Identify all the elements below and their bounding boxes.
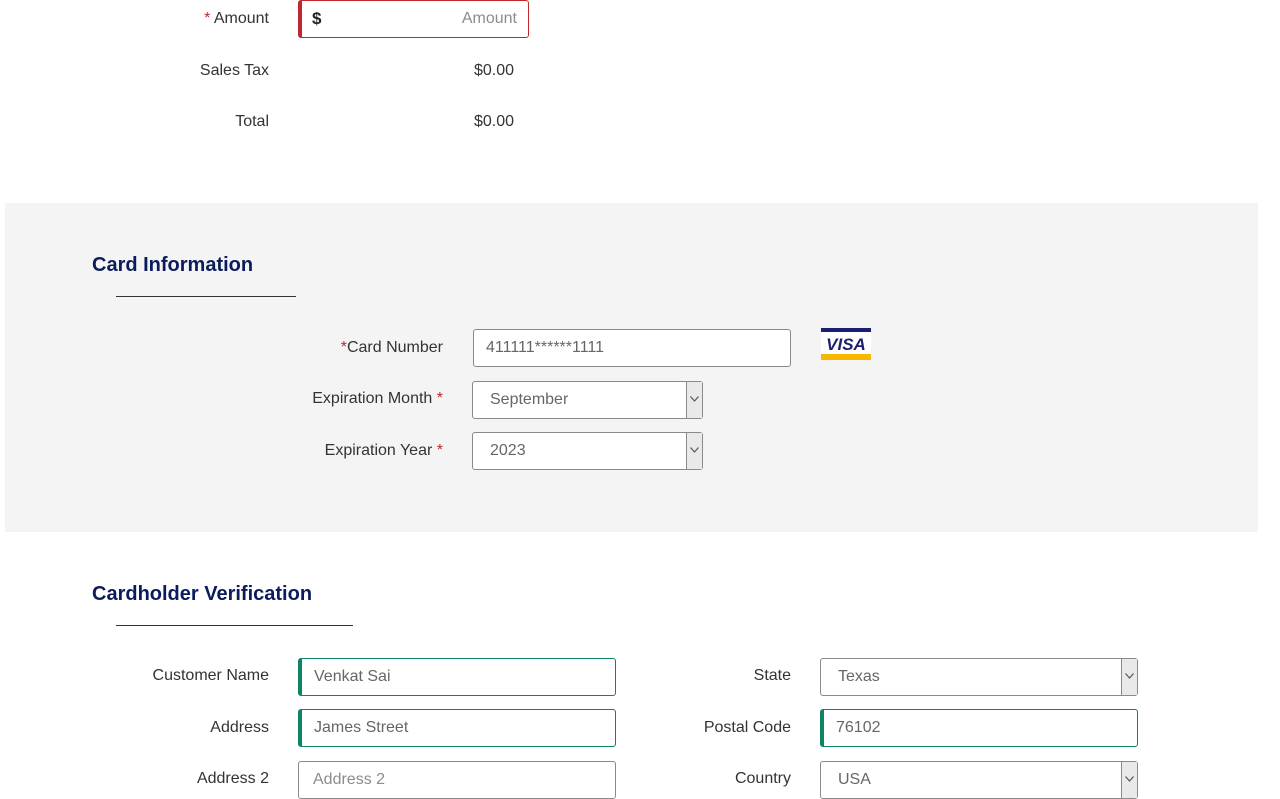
exp-month-label-text: Expiration Month	[312, 390, 433, 407]
dollar-sign: $	[312, 9, 322, 28]
address-label: Address	[210, 719, 269, 736]
amount-input[interactable]: $ Amount	[298, 0, 529, 38]
address-input[interactable]: James Street	[298, 709, 616, 747]
state-select[interactable]: Texas	[820, 658, 1138, 696]
total-value: $0.00	[473, 113, 514, 130]
exp-month-select[interactable]: September	[472, 381, 703, 419]
required-mark: *	[436, 390, 443, 407]
verification-divider	[116, 625, 353, 626]
visa-text: VISA	[826, 335, 866, 354]
customer-name-input[interactable]: Venkat Sai	[298, 658, 616, 696]
exp-month-value: September	[490, 391, 569, 408]
address-value: James Street	[314, 719, 409, 736]
card-info-section	[5, 203, 1258, 532]
state-label: State	[753, 667, 791, 684]
exp-year-label-text: Expiration Year	[324, 442, 433, 459]
required-mark: *	[436, 442, 443, 459]
card-number-input[interactable]: 411111******1111	[473, 329, 791, 367]
amount-placeholder: Amount	[461, 10, 517, 27]
amount-label-text: Amount	[213, 10, 269, 27]
exp-year-select[interactable]: 2023	[472, 432, 703, 470]
visa-icon: VISA	[821, 328, 871, 360]
required-mark: *	[204, 10, 211, 27]
chevron-down-icon[interactable]	[686, 433, 702, 469]
card-number-value: 411111******1111	[486, 339, 605, 356]
address2-label: Address 2	[196, 770, 269, 787]
postal-code-input[interactable]: 76102	[820, 709, 1138, 747]
card-number-label-text: Card Number	[346, 339, 443, 356]
country-label: Country	[734, 770, 791, 787]
card-number-label: *Card Number	[341, 339, 443, 357]
postal-code-value: 76102	[836, 719, 881, 736]
verification-title: Cardholder Verification	[92, 583, 313, 605]
amount-label: * Amount	[204, 10, 269, 28]
state-value: Texas	[838, 668, 880, 685]
customer-name-label: Customer Name	[152, 667, 269, 684]
sales-tax-value: $0.00	[473, 62, 514, 79]
country-value: USA	[838, 771, 871, 788]
customer-name-value: Venkat Sai	[314, 668, 391, 685]
exp-year-value: 2023	[490, 442, 526, 459]
card-info-title: Card Information	[92, 254, 254, 276]
postal-code-label: Postal Code	[703, 719, 791, 736]
address2-input[interactable]: Address 2	[298, 761, 616, 799]
card-info-divider	[116, 296, 296, 297]
chevron-down-icon[interactable]	[1121, 762, 1137, 798]
chevron-down-icon[interactable]	[686, 382, 702, 418]
chevron-down-icon[interactable]	[1121, 659, 1137, 695]
sales-tax-label: Sales Tax	[199, 62, 269, 79]
exp-month-label: Expiration Month *	[312, 390, 443, 408]
exp-year-label: Expiration Year *	[325, 442, 443, 460]
country-select[interactable]: USA	[820, 761, 1138, 799]
address2-placeholder: Address 2	[313, 771, 386, 788]
total-label: Total	[235, 113, 269, 130]
